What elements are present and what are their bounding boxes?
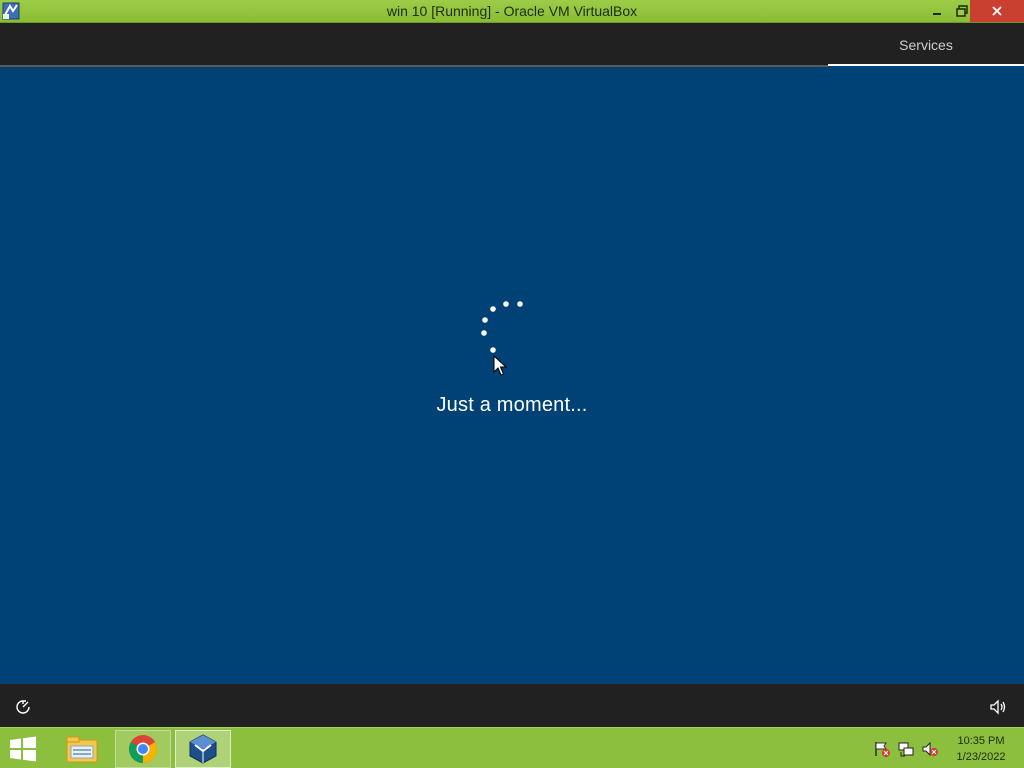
- clock-time: 10:35 PM: [957, 735, 1005, 747]
- host-taskbar: 10:35 PM 1/23/2022: [0, 727, 1024, 768]
- loading-spinner-icon: [481, 301, 523, 353]
- file-explorer-taskbar-button[interactable]: [54, 730, 110, 768]
- top-bar-divider: [0, 65, 828, 67]
- windows-start-icon[interactable]: [8, 736, 38, 762]
- file-explorer-icon: [66, 736, 98, 763]
- chrome-taskbar-button[interactable]: [115, 730, 171, 768]
- mouse-pointer-icon: [493, 355, 507, 376]
- spinner-dot: [482, 317, 488, 323]
- virtualbox-taskbar-button[interactable]: [175, 730, 231, 768]
- close-button[interactable]: [970, 0, 1024, 22]
- vm-display[interactable]: Services Just a moment...: [0, 23, 1024, 727]
- status-message: Just a moment...: [436, 394, 588, 416]
- spinner-dot: [490, 347, 496, 353]
- ease-of-access-icon[interactable]: [14, 698, 32, 716]
- spinner-dot: [517, 301, 523, 307]
- close-icon: [992, 6, 1002, 16]
- volume-icon[interactable]: [989, 698, 1007, 716]
- window-titlebar[interactable]: win 10 [Running] - Oracle VM VirtualBox: [0, 0, 1024, 23]
- restore-icon: [956, 5, 968, 17]
- spinner-dot: [481, 330, 487, 336]
- minimize-button[interactable]: [923, 0, 951, 22]
- virtualbox-icon: [189, 734, 217, 764]
- window-title: win 10 [Running] - Oracle VM VirtualBox: [386, 3, 638, 19]
- volume-muted-icon[interactable]: [921, 740, 939, 758]
- chrome-icon: [129, 735, 157, 763]
- vm-top-bar: Services: [0, 23, 1024, 67]
- spinner-dot: [490, 306, 496, 312]
- services-tab[interactable]: Services: [828, 23, 1024, 66]
- action-center-flag-icon[interactable]: [873, 740, 891, 758]
- network-icon[interactable]: [897, 740, 915, 758]
- spinner-dot: [503, 301, 509, 307]
- clock-date: 1/23/2022: [956, 751, 1006, 763]
- minimize-icon: [933, 13, 941, 15]
- system-clock[interactable]: 10:35 PM 1/23/2022: [948, 733, 1014, 765]
- vm-bottom-bar: [0, 684, 1024, 727]
